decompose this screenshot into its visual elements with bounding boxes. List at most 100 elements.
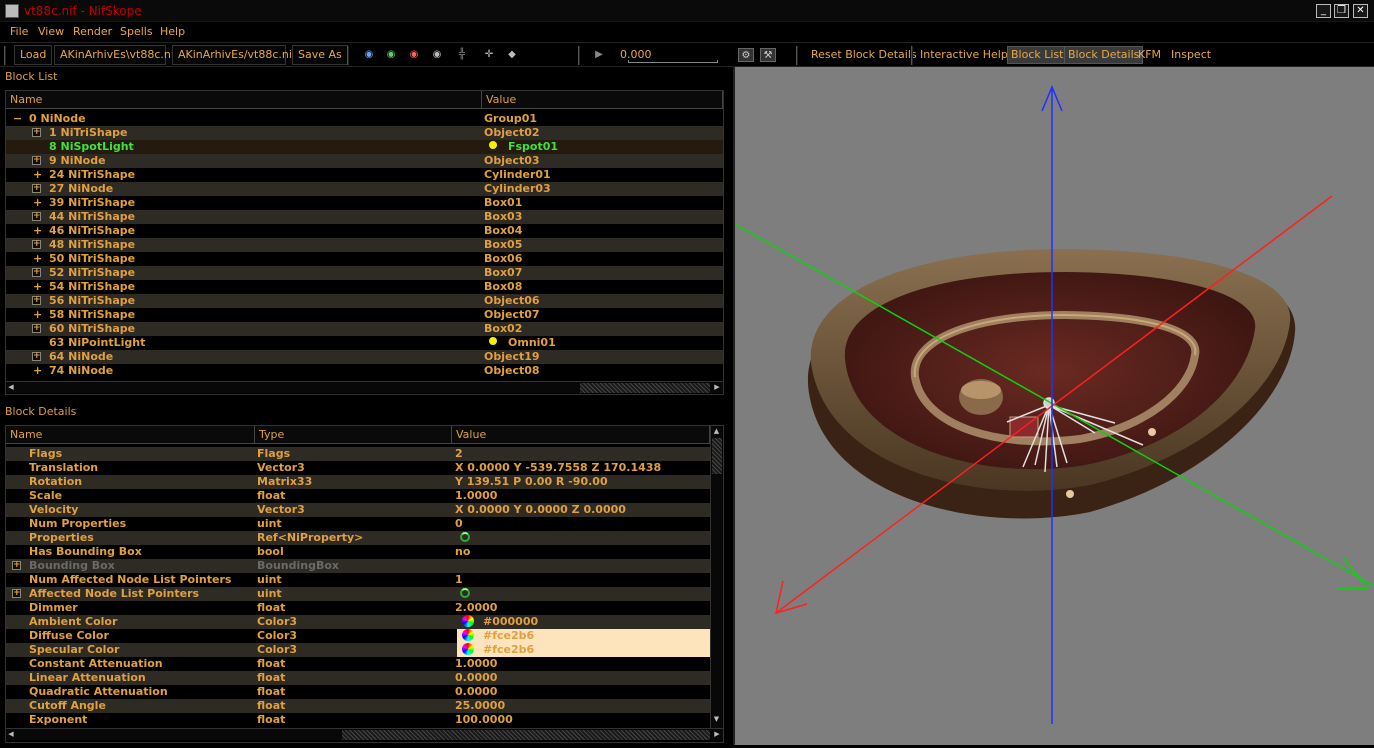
scroll-thumb[interactable] (342, 730, 710, 740)
block-list-row[interactable]: +60 NiTriShape Box02 (6, 322, 723, 336)
menu-spells[interactable]: Spells (120, 25, 153, 38)
block-list-row[interactable]: +27 NiNode Cylinder03 (6, 182, 723, 196)
save-tool-icon[interactable]: ⚒ (760, 48, 776, 62)
expand-icon[interactable]: + (32, 212, 41, 221)
block-list-row[interactable]: +46 NiTriShape Box04 (6, 224, 723, 238)
minimize-button[interactable]: _ (1316, 4, 1331, 18)
block-list-hscrollbar[interactable]: ◀ ▶ (6, 381, 723, 393)
view-side-icon[interactable]: ◉ (406, 48, 422, 62)
block-details-hscrollbar[interactable]: ◀ ▶ (6, 728, 723, 740)
inspect-toggle[interactable]: Inspect (1171, 48, 1211, 61)
expand-icon[interactable]: + (33, 308, 42, 322)
load-tool-icon[interactable]: ⚙ (738, 48, 754, 62)
block-list-row[interactable]: 8 NiSpotLight Fspot01 (6, 140, 723, 154)
expand-icon[interactable]: + (32, 240, 41, 249)
column-header-name[interactable]: Name (6, 91, 482, 109)
block-details-tree[interactable]: Name Type Value Flags Flags 2 Translation Ve… (5, 425, 724, 743)
property-value[interactable]: #000000 (483, 615, 538, 629)
column-header-type[interactable]: Type (255, 426, 452, 444)
block-list-row[interactable]: +9 NiNode Object03 (6, 154, 723, 168)
expand-icon[interactable]: + (32, 128, 41, 137)
expand-icon[interactable]: + (33, 280, 42, 294)
property-row[interactable]: Exponent float 100.0000 (6, 713, 710, 727)
block-list-row[interactable]: +74 NiNode Object08 (6, 364, 723, 378)
play-icon[interactable]: ▶ (591, 48, 607, 62)
property-row[interactable]: Flags Flags 2 (6, 447, 710, 461)
scroll-thumb[interactable] (712, 438, 722, 474)
reference-link-icon[interactable] (460, 588, 470, 598)
save-path-field[interactable]: AKinArhivEs/vt88c.nif (172, 45, 296, 65)
expand-icon[interactable]: + (32, 352, 41, 361)
property-row[interactable]: Quadratic Attenuation float 0.0000 (6, 685, 710, 699)
property-value[interactable]: X 0.0000 Y -539.7558 Z 170.1438 (455, 461, 661, 475)
block-list-row[interactable]: +1 NiTriShape Object02 (6, 126, 723, 140)
block-list-row[interactable]: +50 NiTriShape Box06 (6, 252, 723, 266)
color-value-cell[interactable]: #000000 (457, 615, 715, 629)
expand-icon[interactable]: + (12, 589, 21, 598)
property-value[interactable]: 1 (455, 573, 463, 587)
property-value[interactable]: X 0.0000 Y 0.0000 Z 0.0000 (455, 503, 626, 517)
block-details-toggle[interactable]: Block Details (1064, 46, 1144, 64)
color-wheel-icon[interactable] (462, 615, 474, 627)
property-value[interactable]: no (455, 545, 470, 559)
property-row[interactable]: + Bounding Box BoundingBox (6, 559, 710, 573)
property-row[interactable]: Cutoff Angle float 25.0000 (6, 699, 710, 713)
block-list-row[interactable]: +44 NiTriShape Box03 (6, 210, 723, 224)
column-header-value[interactable]: Value (482, 91, 723, 109)
view-user-icon[interactable]: ◉ (429, 48, 445, 62)
block-list-row[interactable]: +56 NiTriShape Object06 (6, 294, 723, 308)
viewport-canvas[interactable] (734, 67, 1374, 745)
reset-block-details-button[interactable]: Reset Block Details (811, 48, 917, 61)
walk-icon[interactable]: ╬ (454, 48, 470, 62)
expand-icon[interactable]: + (12, 561, 21, 570)
menu-view[interactable]: View (38, 25, 64, 38)
property-value[interactable]: Y 139.51 P 0.00 R -90.00 (455, 475, 608, 489)
time-slider[interactable] (628, 60, 718, 63)
scroll-right-icon[interactable]: ▶ (712, 382, 722, 393)
expand-icon[interactable]: + (32, 268, 41, 277)
block-list-row[interactable]: +48 NiTriShape Box05 (6, 238, 723, 252)
scroll-up-icon[interactable]: ▲ (711, 426, 722, 436)
reference-link-icon[interactable] (460, 532, 470, 542)
column-header-name[interactable]: Name (6, 426, 255, 444)
kfm-toggle[interactable]: KFM (1138, 48, 1161, 61)
property-row[interactable]: + Affected Node List Pointers uint (6, 587, 710, 601)
expand-icon[interactable]: + (33, 224, 42, 238)
close-button[interactable]: ✕ (1353, 4, 1368, 18)
expand-icon[interactable]: + (32, 324, 41, 333)
menu-help[interactable]: Help (160, 25, 185, 38)
scroll-down-icon[interactable]: ▼ (711, 714, 722, 724)
block-list-row[interactable]: +58 NiTriShape Object07 (6, 308, 723, 322)
block-list-row[interactable]: +64 NiNode Object19 (6, 350, 723, 364)
color-wheel-icon[interactable] (462, 629, 474, 641)
block-details-vscrollbar[interactable]: ▲ ▼ (710, 426, 722, 728)
property-value[interactable]: 0 (455, 517, 463, 531)
property-row[interactable]: Properties Ref<NiProperty> (6, 531, 710, 545)
expand-icon[interactable]: + (32, 184, 41, 193)
expand-icon[interactable]: + (33, 168, 42, 182)
load-path-field[interactable]: AKinArhivEs\vt88c.nif (54, 45, 178, 65)
property-row[interactable]: Translation Vector3 X 0.0000 Y -539.7558 Z… (6, 461, 710, 475)
expand-icon[interactable]: − (13, 112, 22, 126)
expand-icon[interactable]: + (32, 156, 41, 165)
render-viewport[interactable] (733, 67, 1374, 745)
restore-button[interactable]: ❐ (1334, 4, 1349, 18)
expand-icon[interactable]: + (33, 252, 42, 266)
expand-icon[interactable]: + (33, 364, 42, 378)
view-front-icon[interactable]: ◉ (383, 48, 399, 62)
interactive-help-button[interactable]: Interactive Help (920, 48, 1008, 61)
block-list-row[interactable]: −0 NiNode Group01 (6, 112, 723, 126)
property-value[interactable]: 100.0000 (455, 713, 513, 727)
center-icon[interactable]: ✛ (481, 48, 497, 62)
expand-icon[interactable]: + (32, 296, 41, 305)
property-row[interactable]: Diffuse Color Color3 #fce2b6 (6, 629, 715, 643)
property-value[interactable]: #fce2b6 (483, 629, 534, 643)
block-list-tree[interactable]: Name Value −0 NiNode Group01 +1 NiTriShape… (5, 90, 724, 395)
menu-render[interactable]: Render (73, 25, 112, 38)
property-row[interactable]: Linear Attenuation float 0.0000 (6, 671, 710, 685)
property-value[interactable]: 1.0000 (455, 489, 497, 503)
color-wheel-icon[interactable] (462, 643, 474, 655)
block-list-row[interactable]: 63 NiPointLight Omni01 (6, 336, 723, 350)
block-list-row[interactable]: +52 NiTriShape Box07 (6, 266, 723, 280)
property-value[interactable]: 0.0000 (455, 671, 497, 685)
